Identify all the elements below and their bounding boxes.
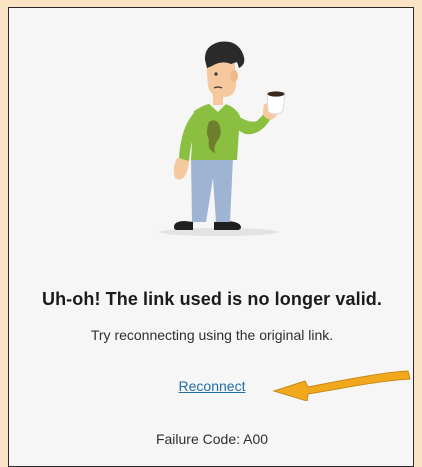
error-headline: Uh-oh! The link used is no longer valid. — [41, 289, 383, 309]
pants — [191, 158, 233, 222]
left-hand — [173, 158, 189, 180]
eye — [214, 72, 218, 76]
failure-code: Failure Code: A00 — [155, 431, 269, 447]
reconnect-link[interactable]: Reconnect — [179, 378, 246, 394]
right-shoe — [214, 221, 241, 230]
arrow-shaft — [272, 370, 411, 401]
error-message: Try reconnecting using the original link… — [90, 327, 334, 343]
confused-person-illustration — [159, 41, 286, 236]
coffee-surface — [267, 91, 285, 97]
arrow-pointing-left-icon — [272, 370, 411, 401]
ear — [230, 70, 238, 82]
left-shoe — [174, 221, 193, 230]
